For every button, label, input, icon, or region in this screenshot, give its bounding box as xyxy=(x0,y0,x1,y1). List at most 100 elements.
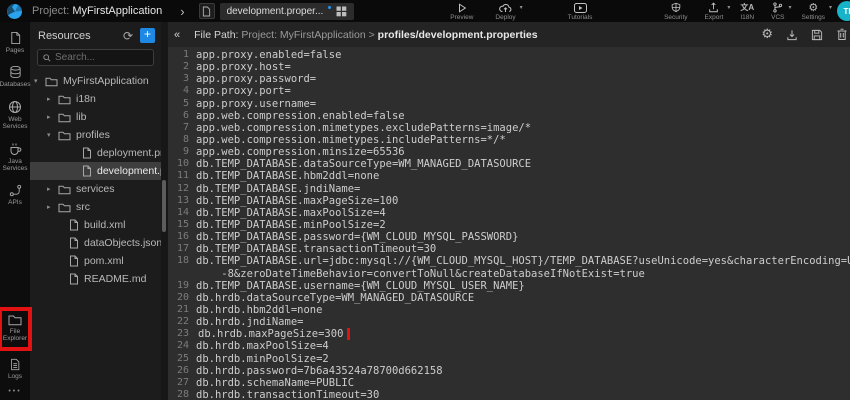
code-line[interactable]: 2app.proxy.host= xyxy=(168,61,850,73)
deploy-button[interactable]: Deploy ▾ xyxy=(495,2,515,21)
code-line[interactable]: 19db.TEMP_DATABASE.username={WM_CLOUD_MY… xyxy=(168,280,850,292)
save-icon[interactable] xyxy=(811,29,823,41)
code-line[interactable]: 6app.web.compression.enabled=false xyxy=(168,110,850,122)
preview-button[interactable]: Preview xyxy=(450,2,473,21)
line-number: 16 xyxy=(168,231,196,243)
code-text: db.TEMP_DATABASE.maxPoolSize=4 xyxy=(196,207,850,219)
code-line[interactable]: 18db.TEMP_DATABASE.url=jdbc:mysql://{WM_… xyxy=(168,255,850,267)
tree-item-development.properties[interactable]: development.properties xyxy=(30,162,161,180)
main-area: « File Path: Project: MyFirstApplication… xyxy=(168,22,850,400)
code-text: app.web.compression.mimetypes.includePat… xyxy=(196,134,850,146)
code-line[interactable]: 11db.TEMP_DATABASE.hbm2ddl=none xyxy=(168,170,850,182)
code-line[interactable]: 13db.TEMP_DATABASE.maxPageSize=100 xyxy=(168,195,850,207)
code-line[interactable]: 26db.hrdb.password=7b6a43524a78700d66215… xyxy=(168,365,850,377)
tree-item-build.xml[interactable]: build.xml xyxy=(30,216,161,234)
code-line[interactable]: 22db.hrdb.jndiName= xyxy=(168,316,850,328)
line-number: 7 xyxy=(168,122,196,134)
tree-item-MyFirstApplication[interactable]: ▾ MyFirstApplication xyxy=(30,72,161,90)
more-options-icon[interactable]: ••• xyxy=(8,388,21,395)
chevron-right-icon[interactable]: ▸ xyxy=(47,185,58,193)
sidebar-item-logs[interactable]: Logs xyxy=(0,358,30,380)
tab-development-properties[interactable]: development.proper... xyxy=(220,3,355,20)
refresh-icon[interactable]: ⟳ xyxy=(123,29,133,43)
folder-icon xyxy=(58,130,71,141)
search-icon xyxy=(43,54,51,62)
code-line[interactable]: -8&zeroDateTimeBehavior=convertToNull&cr… xyxy=(168,268,850,280)
sidebar-item-databases[interactable]: Databases xyxy=(0,65,30,88)
code-text: db.TEMP_DATABASE.transactionTimeout=30 xyxy=(196,243,850,255)
tree-item-label: development.properties xyxy=(97,165,161,177)
code-line[interactable]: 27db.hrdb.schemaName=PUBLIC xyxy=(168,377,850,389)
chevron-down-icon[interactable]: ▾ xyxy=(34,77,45,85)
export-button[interactable]: Export ▾ xyxy=(705,2,724,21)
tree-item-pom.xml[interactable]: pom.xml xyxy=(30,252,161,270)
sidebar-item-java-services[interactable]: Java Services xyxy=(0,142,30,173)
tree-item-src[interactable]: ▸ src xyxy=(30,198,161,216)
code-line[interactable]: 8app.web.compression.mimetypes.includePa… xyxy=(168,134,850,146)
chevron-right-icon[interactable]: ▸ xyxy=(47,95,58,103)
code-line[interactable]: 15db.TEMP_DATABASE.minPoolSize=2 xyxy=(168,219,850,231)
code-line[interactable]: 21db.hrdb.hbm2ddl=none xyxy=(168,304,850,316)
i18n-button[interactable]: 文A I18N xyxy=(740,2,754,21)
code-text: db.TEMP_DATABASE.password={WM_CLOUD_MYSQ… xyxy=(196,231,850,243)
code-line[interactable]: 9app.web.compression.minsize=65536 xyxy=(168,146,850,158)
tree-item-deployment.properties[interactable]: deployment.properties xyxy=(30,144,161,162)
panel-scrollbar-thumb[interactable] xyxy=(162,180,166,232)
editor-settings-icon[interactable]: ⚙ xyxy=(761,29,773,40)
line-number: 20 xyxy=(168,292,196,304)
tree-item-README.md[interactable]: README.md xyxy=(30,270,161,288)
code-line[interactable]: 1app.proxy.enabled=false xyxy=(168,49,850,61)
search-input[interactable] xyxy=(55,52,145,63)
code-text: db.TEMP_DATABASE.hbm2ddl=none xyxy=(196,170,850,182)
sidebar-item-apis[interactable]: APIs xyxy=(0,184,30,206)
layout-grid-icon[interactable] xyxy=(336,6,347,17)
resource-search[interactable] xyxy=(37,49,154,66)
add-resource-button[interactable]: + xyxy=(140,28,155,43)
code-text: db.hrdb.minPoolSize=2 xyxy=(196,353,850,365)
tree-item-profiles[interactable]: ▾ profiles xyxy=(30,126,161,144)
tree-item-dataObjects.json[interactable]: dataObjects.json xyxy=(30,234,161,252)
delete-icon[interactable] xyxy=(836,28,848,41)
chevron-down-icon[interactable]: ▾ xyxy=(47,131,58,139)
code-line[interactable]: 7app.web.compression.mimetypes.excludePa… xyxy=(168,122,850,134)
code-line[interactable]: 20db.hrdb.dataSourceType=WM_MANAGED_DATA… xyxy=(168,292,850,304)
code-text: db.TEMP_DATABASE.jndiName= xyxy=(196,183,850,195)
tree-item-services[interactable]: ▸ services xyxy=(30,180,161,198)
security-button[interactable]: Security xyxy=(664,2,687,21)
sidebar-item-file-explorer[interactable]: File Explorer xyxy=(2,314,28,343)
sidebar-item-web-services[interactable]: Web Services xyxy=(0,100,30,131)
tree-item-i18n[interactable]: ▸ i18n xyxy=(30,90,161,108)
code-line[interactable]: 24db.hrdb.maxPoolSize=4 xyxy=(168,340,850,352)
tutorials-button[interactable]: Tutorials xyxy=(568,2,593,21)
tree-item-label: build.xml xyxy=(84,219,125,231)
code-line[interactable]: 28db.hrdb.transactionTimeout=30 xyxy=(168,389,850,400)
code-line[interactable]: 4app.proxy.port= xyxy=(168,85,850,97)
code-line[interactable]: 14db.TEMP_DATABASE.maxPoolSize=4 xyxy=(168,207,850,219)
chevron-right-icon[interactable]: ▸ xyxy=(47,113,58,121)
user-avatar[interactable]: TI xyxy=(837,1,850,21)
code-line[interactable]: 12db.TEMP_DATABASE.jndiName= xyxy=(168,183,850,195)
code-line[interactable]: 10db.TEMP_DATABASE.dataSourceType=WM_MAN… xyxy=(168,158,850,170)
wavemaker-logo[interactable] xyxy=(6,3,23,20)
chevron-right-icon[interactable]: ▸ xyxy=(47,203,58,211)
file-icon xyxy=(82,147,92,159)
settings-button[interactable]: ⚙ Settings ▾ xyxy=(802,2,826,21)
line-number: 2 xyxy=(168,61,196,73)
tree-item-lib[interactable]: ▸ lib xyxy=(30,108,161,126)
code-text: db.TEMP_DATABASE.maxPageSize=100 xyxy=(196,195,850,207)
code-editor[interactable]: 1app.proxy.enabled=false2app.proxy.host=… xyxy=(168,47,850,400)
code-line[interactable]: 5app.proxy.username= xyxy=(168,98,850,110)
filepath-actions: ⚙ xyxy=(761,28,848,41)
line-number: 24 xyxy=(168,340,196,352)
code-line[interactable]: 25db.hrdb.minPoolSize=2 xyxy=(168,353,850,365)
code-line[interactable]: 17db.TEMP_DATABASE.transactionTimeout=30 xyxy=(168,243,850,255)
collapse-panel-icon[interactable]: « xyxy=(174,29,180,41)
vcs-button[interactable]: VCS ▾ xyxy=(771,2,784,21)
code-line[interactable]: 3app.proxy.password= xyxy=(168,73,850,85)
code-line[interactable]: 23db.hrdb.maxPageSize=300 xyxy=(168,328,850,340)
sidebar-item-pages[interactable]: Pages xyxy=(0,31,30,54)
download-icon[interactable] xyxy=(786,29,798,41)
line-number: 6 xyxy=(168,110,196,122)
file-path-label: File Path: Project: MyFirstApplication >… xyxy=(194,29,537,41)
code-line[interactable]: 16db.TEMP_DATABASE.password={WM_CLOUD_MY… xyxy=(168,231,850,243)
